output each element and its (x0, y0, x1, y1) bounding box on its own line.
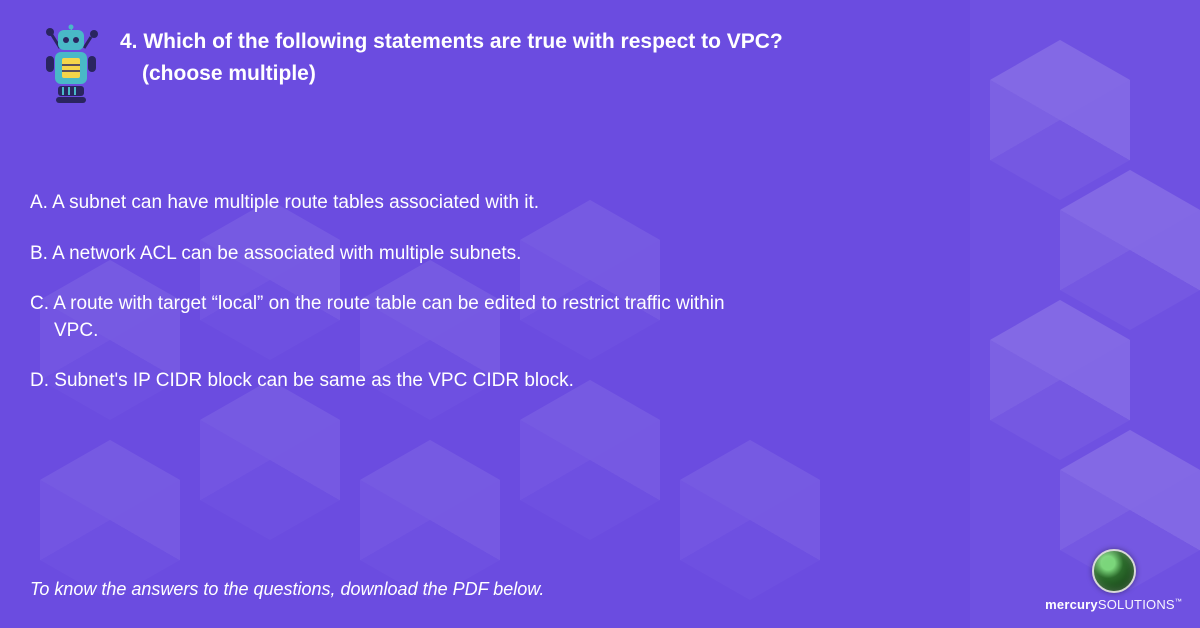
option-c-line1: C. A route with target “local” on the ro… (30, 291, 940, 318)
footer-note: To know the answers to the questions, do… (30, 579, 544, 600)
brand-tm: ™ (1175, 599, 1182, 606)
option-a: A. A subnet can have multiple route tabl… (30, 190, 940, 217)
question-text-line1: Which of the following statements are tr… (143, 30, 782, 53)
brand: mercurySOLUTIONS™ (1045, 549, 1182, 612)
option-c-line2: VPC. (30, 318, 940, 345)
option-b: B. A network ACL can be associated with … (30, 241, 940, 268)
brand-bold: mercury (1045, 597, 1098, 612)
brand-text: mercurySOLUTIONS™ (1045, 597, 1182, 612)
brand-light: SOLUTIONS (1098, 597, 1175, 612)
option-c: C. A route with target “local” on the ro… (30, 291, 940, 344)
answer-options: A. A subnet can have multiple route tabl… (30, 190, 940, 419)
question-header: 4. Which of the following statements are… (40, 24, 1160, 104)
question-number: 4. (120, 30, 138, 53)
question-title: 4. Which of the following statements are… (120, 24, 783, 89)
option-d: D. Subnet's IP CIDR block can be same as… (30, 368, 940, 395)
robot-icon (40, 24, 102, 104)
question-text-line2: (choose multiple) (120, 58, 783, 90)
brand-logo-icon (1092, 549, 1136, 593)
